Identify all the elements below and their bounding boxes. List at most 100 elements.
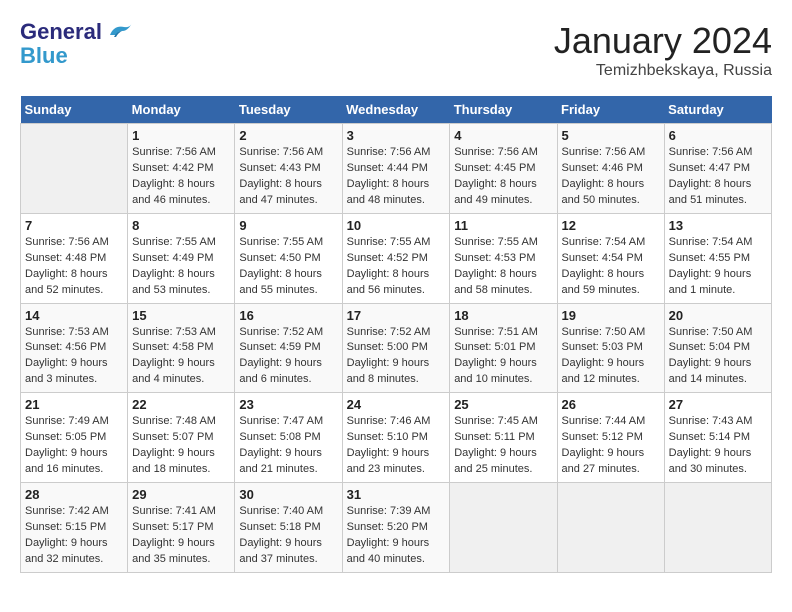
day-number: 12: [562, 218, 660, 233]
day-info: Sunrise: 7:47 AM Sunset: 5:08 PM Dayligh…: [239, 414, 337, 478]
page-header: General Blue January 2024 Temizhbekskaya…: [20, 20, 772, 80]
day-info: Sunrise: 7:55 AM Sunset: 4:52 PM Dayligh…: [347, 235, 446, 299]
day-info: Sunrise: 7:56 AM Sunset: 4:44 PM Dayligh…: [347, 145, 446, 209]
day-info: Sunrise: 7:56 AM Sunset: 4:45 PM Dayligh…: [454, 145, 552, 209]
day-number: 19: [562, 308, 660, 323]
calendar-cell: 13 Sunrise: 7:54 AM Sunset: 4:55 PM Dayli…: [664, 213, 771, 303]
day-number: 8: [132, 218, 230, 233]
day-number: 14: [25, 308, 123, 323]
calendar-cell: 2 Sunrise: 7:56 AM Sunset: 4:43 PM Daylig…: [235, 124, 342, 214]
calendar-cell: 4 Sunrise: 7:56 AM Sunset: 4:45 PM Daylig…: [450, 124, 557, 214]
calendar-cell: 6Sunrise: 7:56 AM Sunset: 4:47 PM Daylig…: [664, 124, 771, 214]
header-monday: Monday: [128, 96, 235, 124]
calendar-week-row: 21 Sunrise: 7:49 AM Sunset: 5:05 PM Dayli…: [21, 393, 772, 483]
day-info: Sunrise: 7:54 AM Sunset: 4:55 PM Dayligh…: [669, 235, 767, 299]
calendar-cell: 7 Sunrise: 7:56 AM Sunset: 4:48 PM Daylig…: [21, 213, 128, 303]
calendar-week-row: 28 Sunrise: 7:42 AM Sunset: 5:15 PM Dayli…: [21, 483, 772, 573]
day-number: 2: [239, 128, 337, 143]
calendar-cell: 17 Sunrise: 7:52 AM Sunset: 5:00 PM Dayli…: [342, 303, 450, 393]
day-number: 9: [239, 218, 337, 233]
day-number: 1: [132, 128, 230, 143]
day-number: 29: [132, 487, 230, 502]
day-number: 17: [347, 308, 446, 323]
calendar-header-row: SundayMondayTuesdayWednesdayThursdayFrid…: [21, 96, 772, 124]
calendar-subtitle: Temizhbekskaya, Russia: [554, 62, 772, 80]
header-tuesday: Tuesday: [235, 96, 342, 124]
header-saturday: Saturday: [664, 96, 771, 124]
day-info: Sunrise: 7:53 AM Sunset: 4:56 PM Dayligh…: [25, 325, 123, 389]
day-number: 4: [454, 128, 552, 143]
calendar-cell: 24 Sunrise: 7:46 AM Sunset: 5:10 PM Dayli…: [342, 393, 450, 483]
calendar-cell: [21, 124, 128, 214]
calendar-week-row: 1 Sunrise: 7:56 AM Sunset: 4:42 PM Daylig…: [21, 124, 772, 214]
day-number: 27: [669, 397, 767, 412]
calendar-cell: 30 Sunrise: 7:40 AM Sunset: 5:18 PM Dayli…: [235, 483, 342, 573]
day-number: 24: [347, 397, 446, 412]
day-number: 16: [239, 308, 337, 323]
calendar-cell: 20Sunrise: 7:50 AM Sunset: 5:04 PM Dayli…: [664, 303, 771, 393]
header-friday: Friday: [557, 96, 664, 124]
calendar-cell: 8 Sunrise: 7:55 AM Sunset: 4:49 PM Daylig…: [128, 213, 235, 303]
calendar-cell: 9Sunrise: 7:55 AM Sunset: 4:50 PM Daylig…: [235, 213, 342, 303]
day-info: Sunrise: 7:51 AM Sunset: 5:01 PM Dayligh…: [454, 325, 552, 389]
logo-bird-icon: [104, 21, 132, 43]
day-info: Sunrise: 7:49 AM Sunset: 5:05 PM Dayligh…: [25, 414, 123, 478]
calendar-cell: 15 Sunrise: 7:53 AM Sunset: 4:58 PM Dayli…: [128, 303, 235, 393]
calendar-cell: 31Sunrise: 7:39 AM Sunset: 5:20 PM Dayli…: [342, 483, 450, 573]
day-info: Sunrise: 7:50 AM Sunset: 5:03 PM Dayligh…: [562, 325, 660, 389]
calendar-cell: 23 Sunrise: 7:47 AM Sunset: 5:08 PM Dayli…: [235, 393, 342, 483]
calendar-cell: 11Sunrise: 7:55 AM Sunset: 4:53 PM Dayli…: [450, 213, 557, 303]
calendar-cell: [450, 483, 557, 573]
day-info: Sunrise: 7:41 AM Sunset: 5:17 PM Dayligh…: [132, 504, 230, 568]
calendar-cell: [664, 483, 771, 573]
day-info: Sunrise: 7:53 AM Sunset: 4:58 PM Dayligh…: [132, 325, 230, 389]
calendar-cell: 5Sunrise: 7:56 AM Sunset: 4:46 PM Daylig…: [557, 124, 664, 214]
day-number: 3: [347, 128, 446, 143]
day-info: Sunrise: 7:40 AM Sunset: 5:18 PM Dayligh…: [239, 504, 337, 568]
logo: General Blue: [20, 20, 132, 68]
day-info: Sunrise: 7:42 AM Sunset: 5:15 PM Dayligh…: [25, 504, 123, 568]
day-info: Sunrise: 7:52 AM Sunset: 4:59 PM Dayligh…: [239, 325, 337, 389]
day-number: 6: [669, 128, 767, 143]
day-info: Sunrise: 7:50 AM Sunset: 5:04 PM Dayligh…: [669, 325, 767, 389]
day-info: Sunrise: 7:45 AM Sunset: 5:11 PM Dayligh…: [454, 414, 552, 478]
title-block: January 2024 Temizhbekskaya, Russia: [554, 20, 772, 80]
day-number: 21: [25, 397, 123, 412]
day-number: 28: [25, 487, 123, 502]
day-number: 25: [454, 397, 552, 412]
day-info: Sunrise: 7:56 AM Sunset: 4:48 PM Dayligh…: [25, 235, 123, 299]
calendar-cell: 22 Sunrise: 7:48 AM Sunset: 5:07 PM Dayli…: [128, 393, 235, 483]
day-info: Sunrise: 7:55 AM Sunset: 4:49 PM Dayligh…: [132, 235, 230, 299]
day-number: 7: [25, 218, 123, 233]
calendar-cell: 28 Sunrise: 7:42 AM Sunset: 5:15 PM Dayli…: [21, 483, 128, 573]
header-wednesday: Wednesday: [342, 96, 450, 124]
day-number: 26: [562, 397, 660, 412]
calendar-cell: 10 Sunrise: 7:55 AM Sunset: 4:52 PM Dayli…: [342, 213, 450, 303]
day-number: 23: [239, 397, 337, 412]
day-number: 31: [347, 487, 446, 502]
calendar-cell: 21 Sunrise: 7:49 AM Sunset: 5:05 PM Dayli…: [21, 393, 128, 483]
calendar-cell: 3 Sunrise: 7:56 AM Sunset: 4:44 PM Daylig…: [342, 124, 450, 214]
day-number: 13: [669, 218, 767, 233]
day-number: 15: [132, 308, 230, 323]
day-info: Sunrise: 7:54 AM Sunset: 4:54 PM Dayligh…: [562, 235, 660, 299]
calendar-title: January 2024: [554, 20, 772, 62]
day-number: 22: [132, 397, 230, 412]
header-sunday: Sunday: [21, 96, 128, 124]
day-number: 11: [454, 218, 552, 233]
logo-blue: Blue: [20, 44, 68, 68]
day-info: Sunrise: 7:56 AM Sunset: 4:46 PM Dayligh…: [562, 145, 660, 209]
calendar-cell: 1 Sunrise: 7:56 AM Sunset: 4:42 PM Daylig…: [128, 124, 235, 214]
day-info: Sunrise: 7:56 AM Sunset: 4:43 PM Dayligh…: [239, 145, 337, 209]
day-info: Sunrise: 7:56 AM Sunset: 4:42 PM Dayligh…: [132, 145, 230, 209]
day-info: Sunrise: 7:48 AM Sunset: 5:07 PM Dayligh…: [132, 414, 230, 478]
calendar-cell: [557, 483, 664, 573]
calendar-cell: 26Sunrise: 7:44 AM Sunset: 5:12 PM Dayli…: [557, 393, 664, 483]
day-number: 10: [347, 218, 446, 233]
calendar-cell: 19 Sunrise: 7:50 AM Sunset: 5:03 PM Dayli…: [557, 303, 664, 393]
day-number: 30: [239, 487, 337, 502]
day-info: Sunrise: 7:43 AM Sunset: 5:14 PM Dayligh…: [669, 414, 767, 478]
calendar-cell: 14 Sunrise: 7:53 AM Sunset: 4:56 PM Dayli…: [21, 303, 128, 393]
day-info: Sunrise: 7:46 AM Sunset: 5:10 PM Dayligh…: [347, 414, 446, 478]
day-info: Sunrise: 7:52 AM Sunset: 5:00 PM Dayligh…: [347, 325, 446, 389]
